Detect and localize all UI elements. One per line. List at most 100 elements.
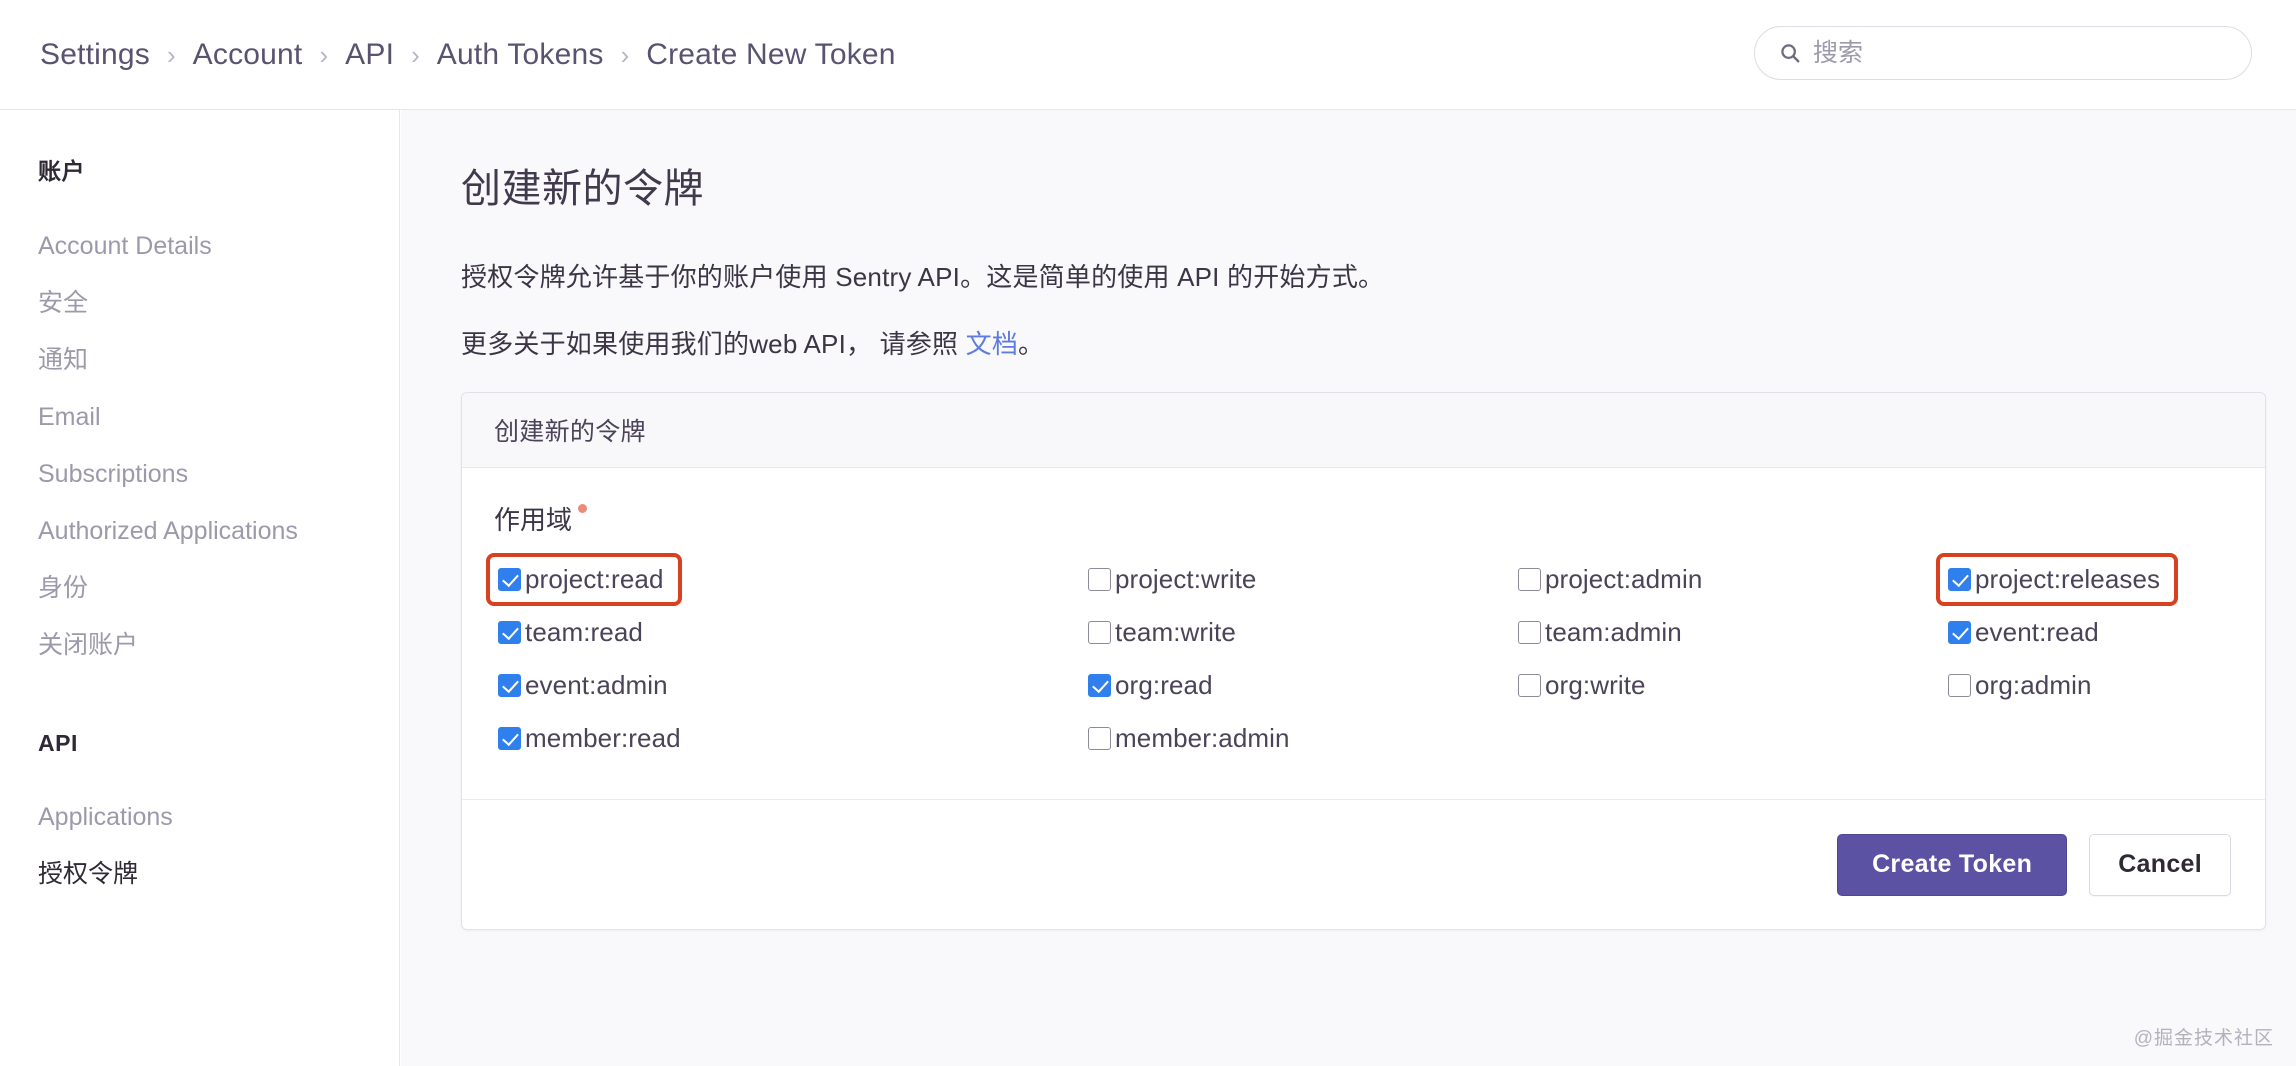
sidebar-item-item-2[interactable]: 安全	[0, 275, 399, 332]
intro-paragraph-2-suffix: 。	[1018, 329, 1045, 359]
sidebar-item-item-8[interactable]: 关闭账户	[0, 617, 399, 674]
sidebar-group-title-1: 账户	[38, 158, 85, 184]
scope-label-event-read: event:read	[1975, 617, 2099, 647]
scope-cell: team:admin	[1514, 606, 1944, 659]
sidebar-group-title-2: API	[38, 730, 78, 756]
search-container[interactable]: 搜索	[1754, 26, 2252, 80]
sidebar-item-item-7[interactable]: 身份	[0, 560, 399, 617]
scope-cell: team:read	[494, 606, 1084, 659]
intro-paragraph-2: 更多关于如果使用我们的web API， 请参照 文档。	[461, 325, 2250, 364]
sidebar-item-item-3[interactable]: 通知	[0, 332, 399, 389]
scope-label-project-write: project:write	[1115, 564, 1257, 594]
checkbox-project-write-unchecked-icon[interactable]	[1088, 568, 1111, 591]
scope-option-org-read[interactable]: org:read	[1084, 667, 1219, 704]
panel-body: 作用域 project:read project:write project:adm…	[462, 468, 2265, 799]
scope-cell: member:admin	[1084, 712, 1514, 765]
checkbox-team-read-checked-icon[interactable]	[498, 621, 521, 644]
scope-option-project-releases[interactable]: project:releases	[1936, 553, 2179, 606]
scope-cell: team:write	[1084, 606, 1514, 659]
breadcrumb-separator-icon: ›	[620, 39, 630, 70]
scope-label-org-admin: org:admin	[1975, 670, 2092, 700]
checkbox-team-write-unchecked-icon[interactable]	[1088, 621, 1111, 644]
scope-label-project-releases: project:releases	[1975, 564, 2161, 594]
cancel-button[interactable]: Cancel	[2089, 833, 2231, 896]
scope-cell: project:read	[486, 553, 1084, 606]
sidebar-item-account-details[interactable]: Account Details	[0, 218, 399, 275]
panel-title: 创建新的令牌	[494, 418, 646, 446]
scope-option-project-read[interactable]: project:read	[486, 553, 682, 606]
sidebar-item-email[interactable]: Email	[0, 389, 399, 446]
checkbox-org-write-unchecked-icon[interactable]	[1518, 674, 1541, 697]
scope-option-org-admin[interactable]: org:admin	[1944, 667, 2098, 704]
scopes-label-text: 作用域	[494, 505, 573, 535]
panel-footer: Create Token Cancel	[462, 799, 2265, 929]
scope-option-member-read[interactable]: member:read	[494, 720, 687, 757]
checkbox-team-admin-unchecked-icon[interactable]	[1518, 621, 1541, 644]
search-box[interactable]: 搜索	[1754, 26, 2252, 80]
create-token-panel: 创建新的令牌 作用域 project:read project:write proj…	[461, 392, 2266, 930]
scopes-field-label: 作用域	[494, 500, 2233, 537]
scope-label-member-read: member:read	[525, 723, 681, 753]
scope-cell: project:write	[1084, 553, 1514, 606]
scope-label-team-admin: team:admin	[1545, 617, 1682, 647]
breadcrumb-separator-icon: ›	[319, 39, 329, 70]
search-input[interactable]: 搜索	[1813, 40, 1863, 66]
scope-option-member-admin[interactable]: member:admin	[1084, 720, 1296, 757]
scope-option-team-read[interactable]: team:read	[494, 614, 649, 651]
breadcrumb-item-4[interactable]: Auth Tokens	[437, 36, 604, 74]
scope-label-project-read: project:read	[525, 564, 664, 594]
page-title: 创建新的令牌	[461, 167, 704, 211]
scope-cell: project:admin	[1514, 553, 1944, 606]
checkbox-org-admin-unchecked-icon[interactable]	[1948, 674, 1971, 697]
scope-cell	[1944, 712, 2265, 765]
checkbox-project-releases-checked-icon[interactable]	[1948, 568, 1971, 591]
scope-option-team-admin[interactable]: team:admin	[1514, 614, 1688, 651]
sidebar-item-item-2[interactable]: 授权令牌	[0, 846, 399, 903]
scope-label-event-admin: event:admin	[525, 670, 668, 700]
scope-cell: org:write	[1514, 659, 1944, 712]
app-header: Settings › Account › API › Auth Tokens › Create …	[0, 0, 2296, 110]
breadcrumb-item-2[interactable]: Account	[193, 36, 303, 74]
checkbox-project-read-checked-icon[interactable]	[498, 568, 521, 591]
create-token-button[interactable]: Create Token	[1837, 833, 2068, 896]
scopes-checkbox-grid: project:read project:write project:admin pr…	[486, 553, 2233, 765]
scope-cell: project:releases	[1936, 553, 2265, 606]
intro-paragraph-2-prefix: 更多关于如果使用我们的web API， 请参照	[461, 329, 966, 359]
scope-cell: member:read	[494, 712, 1084, 765]
sidebar-item-subscriptions[interactable]: Subscriptions	[0, 446, 399, 503]
scope-cell: event:admin	[494, 659, 1084, 712]
breadcrumb-item-3[interactable]: API	[345, 36, 394, 74]
scope-label-team-read: team:read	[525, 617, 643, 647]
breadcrumb-item-5: Create New Token	[646, 37, 896, 71]
breadcrumb: Settings › Account › API › Auth Tokens › Create …	[40, 36, 896, 74]
scope-label-member-admin: member:admin	[1115, 723, 1290, 753]
sidebar-item-applications[interactable]: Applications	[0, 789, 399, 846]
documentation-link[interactable]: 文档	[966, 329, 1018, 359]
checkbox-org-read-checked-icon[interactable]	[1088, 674, 1111, 697]
breadcrumb-separator-icon: ›	[167, 39, 176, 70]
checkbox-event-read-checked-icon[interactable]	[1948, 621, 1971, 644]
watermark: @掘金技术社区	[2133, 1028, 2274, 1049]
checkbox-member-admin-unchecked-icon[interactable]	[1088, 727, 1111, 750]
required-indicator-icon	[578, 504, 588, 513]
checkbox-event-admin-checked-icon[interactable]	[498, 674, 521, 697]
scope-option-event-read[interactable]: event:read	[1944, 614, 2105, 651]
panel-header: 创建新的令牌	[462, 393, 2265, 468]
checkbox-member-read-checked-icon[interactable]	[498, 727, 521, 750]
scope-option-project-write[interactable]: project:write	[1084, 561, 1262, 598]
scope-option-team-write[interactable]: team:write	[1084, 614, 1242, 651]
main-content: 创建新的令牌 授权令牌允许基于你的账户使用 Sentry API。这是简单的使用…	[401, 110, 2296, 1066]
sidebar-item-authorized-applications[interactable]: Authorized Applications	[0, 503, 399, 560]
scope-cell: org:read	[1084, 659, 1514, 712]
scope-label-team-write: team:write	[1115, 617, 1236, 647]
scope-cell: org:admin	[1944, 659, 2265, 712]
intro-paragraph-1: 授权令牌允许基于你的账户使用 Sentry API。这是简单的使用 API 的开…	[461, 262, 1385, 292]
breadcrumb-item-1[interactable]: Settings	[40, 36, 150, 74]
search-icon	[1781, 44, 1800, 63]
scope-option-event-admin[interactable]: event:admin	[494, 667, 674, 704]
scope-label-project-admin: project:admin	[1545, 564, 1703, 594]
scope-option-project-admin[interactable]: project:admin	[1514, 561, 1708, 598]
scope-option-org-write[interactable]: org:write	[1514, 667, 1652, 704]
scope-label-org-write: org:write	[1545, 670, 1646, 700]
checkbox-project-admin-unchecked-icon[interactable]	[1518, 568, 1541, 591]
